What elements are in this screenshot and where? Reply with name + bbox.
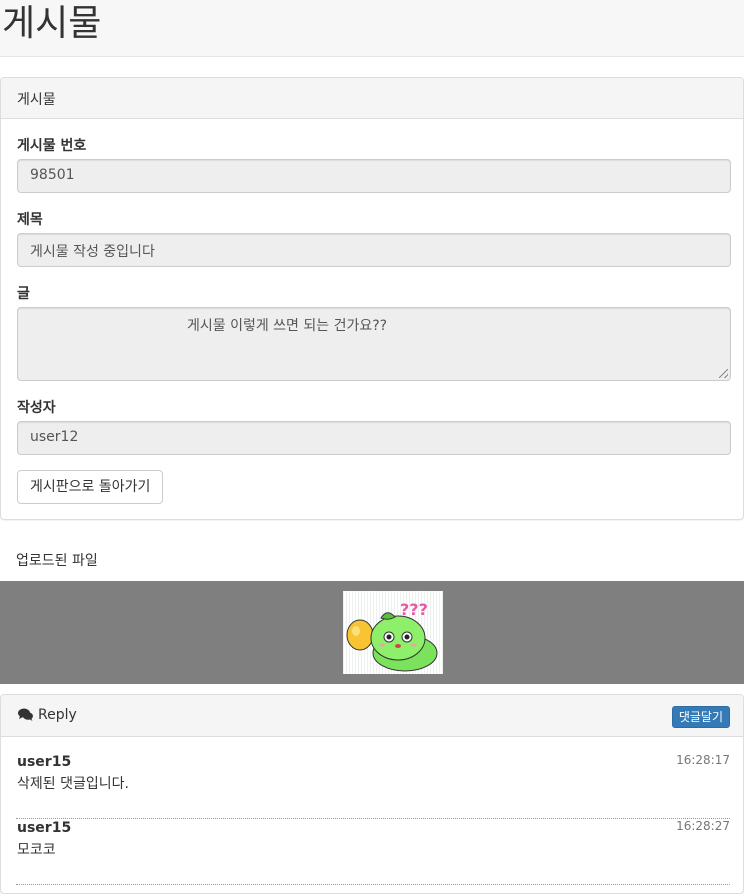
post-content-label: 글 xyxy=(17,286,30,302)
uploaded-files-title: 업로드된 파일 xyxy=(16,553,98,569)
cartoon-character-icon: ??? xyxy=(343,591,443,674)
post-number-label: 게시물 번호 xyxy=(17,138,87,154)
reply-time: 16:28:27 xyxy=(676,819,730,833)
page-title: 게시물 xyxy=(2,3,102,44)
reply-text: 모코코 xyxy=(17,842,56,858)
back-to-board-button[interactable]: 게시판으로 돌아가기 xyxy=(17,470,164,504)
post-author-field[interactable]: user12 xyxy=(17,421,731,455)
uploaded-image[interactable]: ??? xyxy=(343,591,443,674)
page-header: 게시물 xyxy=(0,0,744,57)
post-panel-heading: 게시물 xyxy=(1,78,743,119)
reply-panel: Reply 댓글달기 user15 16:28:17 삭제된 댓글입니다. us… xyxy=(0,694,744,894)
question-marks: ??? xyxy=(400,600,428,619)
reply-user: user15 xyxy=(17,820,72,836)
post-content-text: 게시물 이렇게 쓰면 되는 건가요?? xyxy=(187,318,388,334)
uploaded-files-strip: ??? xyxy=(0,581,744,684)
reply-time: 16:28:17 xyxy=(676,753,730,767)
resize-grip-icon[interactable] xyxy=(719,369,728,378)
comments-icon xyxy=(18,708,33,721)
post-title-label: 제목 xyxy=(17,212,43,228)
reply-heading: Reply xyxy=(18,707,77,723)
add-reply-button[interactable]: 댓글달기 xyxy=(671,706,730,728)
reply-item: user15 16:28:27 모코코 xyxy=(16,819,730,885)
post-title-field[interactable]: 게시물 작성 중입니다 xyxy=(17,233,731,267)
reply-user: user15 xyxy=(17,754,72,770)
post-author-label: 작성자 xyxy=(17,400,56,416)
reply-heading-label: Reply xyxy=(38,707,77,723)
reply-text: 삭제된 댓글입니다. xyxy=(17,776,129,792)
post-panel-title: 게시물 xyxy=(17,92,56,108)
reply-item: user15 16:28:17 삭제된 댓글입니다. xyxy=(16,753,730,819)
post-panel: 게시물 게시물 번호 98501 제목 게시물 작성 중입니다 글 게시물 이렇… xyxy=(0,77,744,520)
post-content-field[interactable]: 게시물 이렇게 쓰면 되는 건가요?? xyxy=(17,307,731,381)
reply-panel-heading: Reply 댓글달기 xyxy=(1,695,743,737)
post-number-field[interactable]: 98501 xyxy=(17,159,731,193)
